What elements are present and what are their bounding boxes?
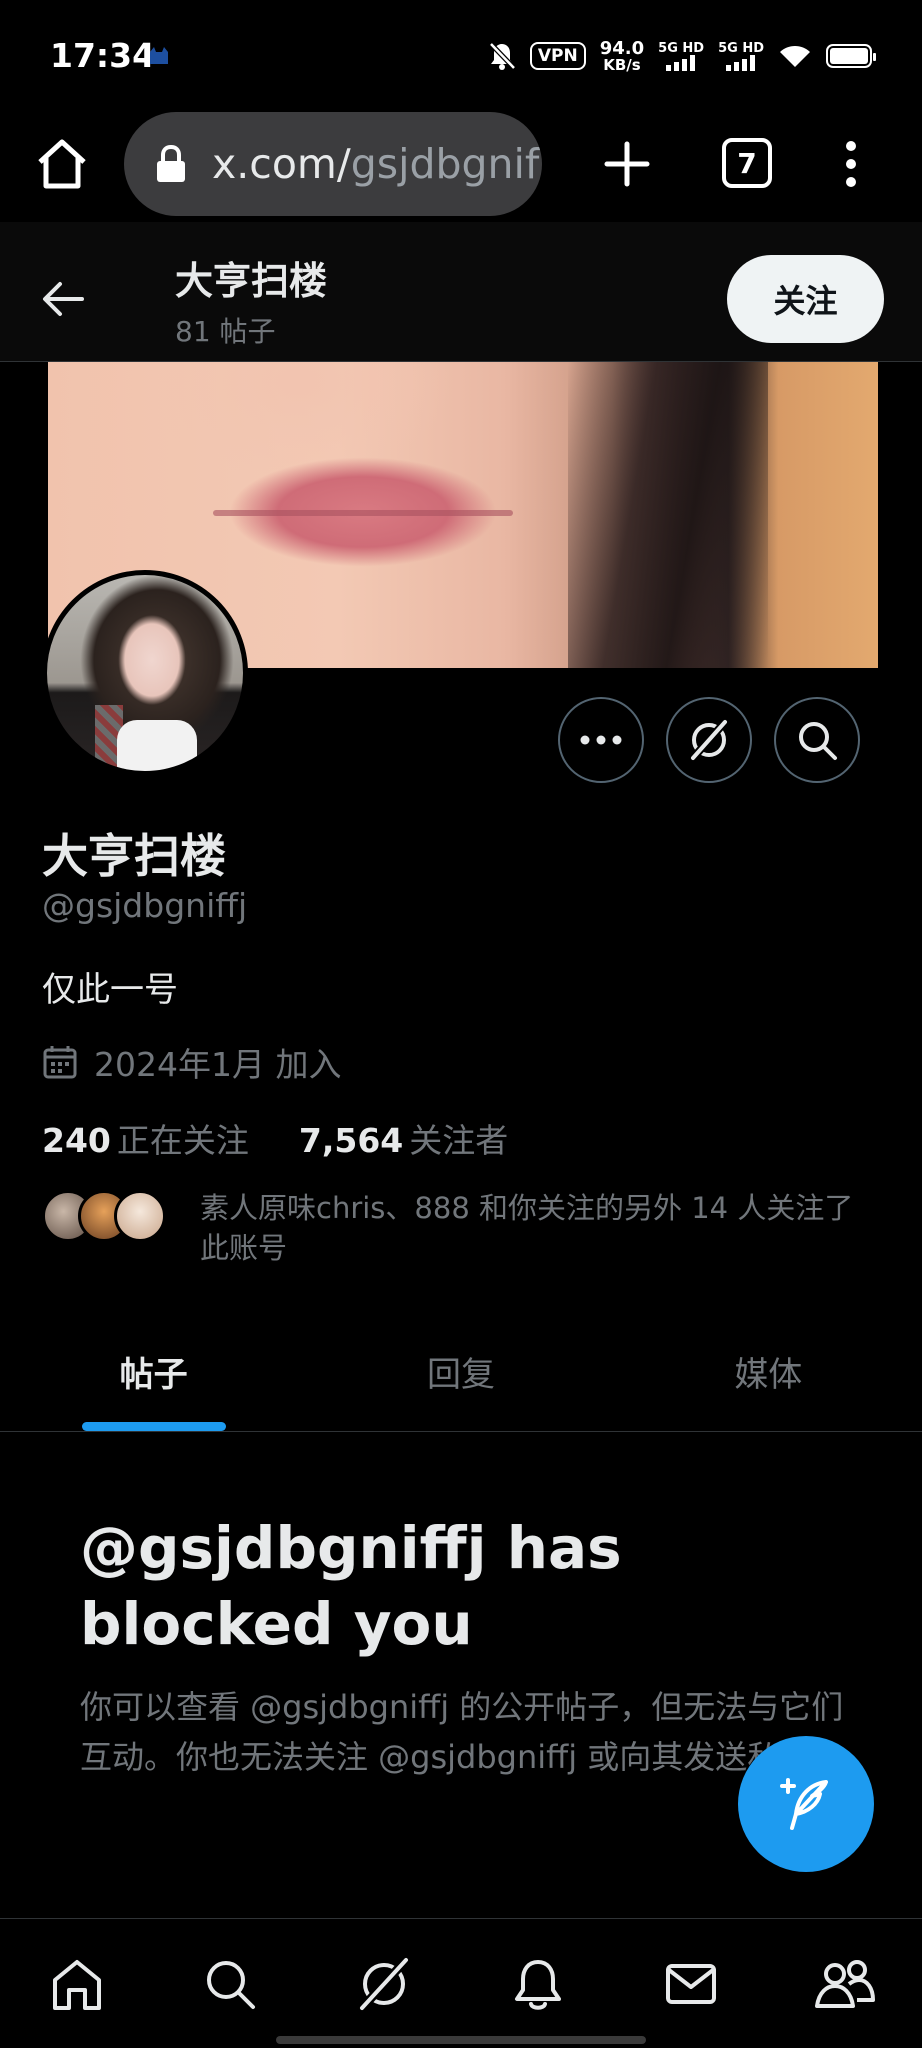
profile-handle: @gsjdbgniffj (42, 886, 248, 925)
joined-text: 2024年1月 加入 (94, 1045, 342, 1084)
status-bar: 17:34 VPN 94.0 KB/s 5G HD 5G HD (0, 0, 922, 110)
tab-posts[interactable]: 帖子 (0, 1312, 307, 1431)
followed-by[interactable]: 素人原味chris、888 和你关注的另外 14 人关注了此账号 (42, 1188, 882, 1268)
url-text: x.com/gsjdbgnif (212, 140, 539, 188)
compose-icon (780, 1778, 828, 1830)
profile-bio: 仅此一号 (42, 970, 178, 1010)
profile-header: 大亨扫楼 81 帖子 关注 (0, 222, 922, 362)
nav-notifications[interactable] (505, 1951, 571, 2017)
blocked-title: @gsjdbgniffj has blocked you (80, 1514, 622, 1658)
browser-toolbar: x.com/gsjdbgnif 7 (0, 110, 922, 222)
avatar[interactable] (42, 570, 248, 776)
tab-media[interactable]: 媒体 (615, 1312, 922, 1431)
following-count: 240 (42, 1121, 111, 1160)
lock-icon (157, 145, 185, 182)
url-host: x.com/ (212, 140, 351, 188)
browser-home-icon[interactable] (30, 132, 94, 196)
back-arrow-icon[interactable] (38, 274, 88, 324)
nav-messages[interactable] (658, 1951, 724, 2017)
search-icon (799, 722, 837, 760)
status-indicators: VPN 94.0 KB/s 5G HD 5G HD (488, 36, 876, 76)
more-dots-icon (580, 735, 622, 745)
followed-by-avatars (42, 1188, 192, 1244)
calendar-icon (43, 1046, 77, 1079)
signal-1-label: 5G HD (658, 40, 705, 56)
header-name: 大亨扫楼 (175, 259, 328, 303)
profile-name: 大亨扫楼 (42, 829, 226, 883)
joined-date: 2024年1月 加入 (42, 1038, 341, 1086)
header-post-count: 81 帖子 (175, 315, 276, 348)
signal-bars-icon (666, 54, 696, 71)
bottom-nav (0, 1918, 922, 2048)
signal-2: 5G HD (718, 42, 764, 71)
search-icon (207, 1961, 256, 2009)
new-tab-icon[interactable] (595, 132, 659, 196)
url-path: gsjdbgnif (350, 140, 540, 188)
nav-communities[interactable] (812, 1951, 878, 2017)
mute-icon (489, 42, 516, 70)
speed-unit: KB/s (603, 55, 641, 74)
followed-by-text: 素人原味chris、888 和你关注的另外 14 人关注了此账号 (200, 1191, 854, 1265)
following-link[interactable]: 240 正在关注 (42, 1114, 249, 1162)
signal-1: 5G HD (658, 42, 704, 71)
profile-search-button[interactable] (774, 697, 860, 783)
more-options-button[interactable] (558, 697, 644, 783)
bell-icon (514, 1960, 561, 2010)
grok-icon (358, 1956, 410, 2012)
followers-count: 7,564 (298, 1121, 404, 1160)
follow-button[interactable]: 关注 (727, 255, 884, 343)
people-icon (815, 1960, 876, 2008)
blocked-description: 你可以查看 @gsjdbgniffj 的公开帖子，但无法与它们互动。你也无法关注… (80, 1688, 844, 1776)
followers-link[interactable]: 7,564 关注者 (299, 1114, 508, 1162)
gesture-bar[interactable] (276, 2036, 646, 2044)
status-time: 17:34 (50, 36, 156, 75)
grok-button[interactable] (666, 697, 752, 783)
menu-dots-icon[interactable] (836, 132, 866, 196)
home-icon (52, 1960, 101, 2010)
tab-replies[interactable]: 回复 (307, 1312, 614, 1431)
mini-avatar (114, 1190, 166, 1242)
profile-tabs: 帖子 回复 媒体 (0, 1312, 922, 1432)
compose-button[interactable] (738, 1736, 874, 1872)
follow-stats: 240 正在关注 7,564 关注者 (42, 1114, 508, 1162)
network-speed: 94.0 KB/s (600, 39, 644, 74)
following-label: 正在关注 (116, 1121, 249, 1160)
battery-icon (826, 44, 876, 68)
signal-2-label: 5G HD (718, 40, 764, 56)
followers-label: 关注者 (409, 1121, 509, 1160)
tab-count-button[interactable]: 7 (722, 138, 772, 188)
nav-explore[interactable] (197, 1951, 263, 2017)
vpn-badge: VPN (529, 42, 586, 70)
app-notification-icon (150, 47, 168, 64)
signal-bars-icon (726, 54, 756, 71)
mail-icon (666, 1964, 717, 2004)
grok-icon (690, 719, 728, 761)
url-bar[interactable]: x.com/gsjdbgnif (124, 112, 542, 216)
wifi-icon (780, 46, 810, 67)
nav-grok[interactable] (351, 1951, 417, 2017)
nav-home[interactable] (44, 1951, 110, 2017)
